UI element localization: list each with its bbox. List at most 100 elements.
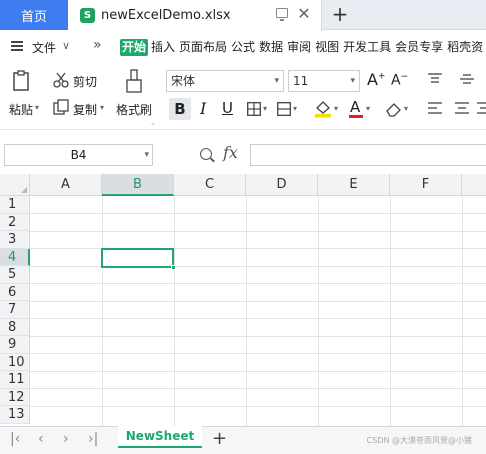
tab-developer[interactable]: 开发工具 [342,39,392,56]
font-name-value: 宋体 [171,74,196,88]
tab-page-layout[interactable]: 页面布局 [178,39,228,56]
paste-dropdown-icon[interactable]: ▾ [35,103,39,112]
clipboard-launcher-icon[interactable]: ⌟ [151,118,154,126]
tab-member[interactable]: 会员专享 [394,39,444,56]
document-title: newExcelDemo.xlsx [101,8,231,23]
column-header-b[interactable]: B [102,174,174,196]
fx-icon[interactable]: fx [223,143,238,162]
monitor-icon[interactable] [276,8,288,21]
sheet-tab-newsheet[interactable]: NewSheet [118,426,202,448]
row-header[interactable]: 7 [0,301,30,319]
fill-color-dropdown-icon[interactable]: ▾ [334,104,338,113]
row-header[interactable]: 10 [0,353,30,371]
grow-font-button[interactable]: A+ [367,70,386,89]
borders-icon[interactable] [247,102,261,116]
grid-line [30,283,486,284]
shrink-font-label: A [391,72,401,89]
tab-home-ribbon[interactable]: 开始 [120,39,149,56]
column-header-c[interactable]: C [174,174,246,196]
row-header[interactable]: 6 [0,283,30,301]
name-box[interactable]: B4 ▾ [4,144,153,166]
column-header-f[interactable]: F [390,174,462,196]
grow-font-label: A [367,70,378,89]
copy-button[interactable]: 复制 [73,101,97,118]
spreadsheet-grid[interactable]: A B C D E F 1 2 3 4 5 6 7 8 9 10 11 12 1… [0,174,486,426]
fill-color-icon[interactable] [314,100,332,118]
grid-line [30,318,486,319]
tab-review[interactable]: 审阅 [286,39,312,56]
font-color-dropdown-icon[interactable]: ▾ [366,104,370,113]
new-tab-button[interactable]: + [330,2,350,26]
row-header[interactable]: 12 [0,388,30,406]
ribbon-tabs: 开始 插入 页面布局 公式 数据 审阅 视图 开发工具 会员专享 稻壳资 [120,39,486,56]
format-painter-button[interactable]: 格式刷 [116,101,152,118]
column-header-e[interactable]: E [318,174,390,196]
eraser-dropdown-icon[interactable]: ▾ [404,104,408,113]
row-header[interactable]: 11 [0,371,30,389]
tab-data[interactable]: 数据 [258,39,284,56]
shrink-font-button[interactable]: A− [391,72,408,89]
sheet-tab-bar: |‹ ‹ › ›| NewSheet + CSDN @大漠苍雨风景@小猪 [0,426,486,454]
cut-button[interactable]: 剪切 [73,73,97,90]
grid-line [30,388,486,389]
grid-line [30,370,486,372]
align-middle-icon[interactable] [460,73,474,85]
previous-sheet-icon[interactable]: ‹ [38,431,44,447]
underline-button[interactable]: U [222,99,233,117]
column-header-a[interactable]: A [30,174,102,196]
home-tab[interactable]: 首页 [0,0,68,30]
copy-dropdown-icon[interactable]: ▾ [100,103,104,112]
row-header[interactable]: 9 [0,336,30,354]
next-sheet-icon[interactable]: › [63,431,69,447]
align-center-icon[interactable] [455,101,469,115]
chevron-down-icon[interactable]: ∨ [62,39,70,52]
zoom-icon[interactable] [200,148,212,160]
row-header[interactable]: 8 [0,318,30,336]
first-sheet-icon[interactable]: |‹ [10,431,20,447]
last-sheet-icon[interactable]: ›| [88,431,98,447]
scissors-icon[interactable] [53,72,69,88]
row-header[interactable]: 5 [0,266,30,284]
close-tab-icon[interactable]: ✕ [296,5,312,23]
tab-view[interactable]: 视图 [314,39,340,56]
column-header-g[interactable] [462,174,486,196]
borders-dropdown-icon[interactable]: ▾ [263,104,267,113]
cell-reference: B4 [70,148,87,162]
fill-handle[interactable] [171,265,176,270]
paste-button[interactable]: 粘贴 [9,101,33,118]
tab-formulas[interactable]: 公式 [230,39,256,56]
tab-insert[interactable]: 插入 [150,39,176,56]
font-name-select[interactable]: 宋体 ▾ [166,70,284,92]
paste-icon[interactable] [12,70,32,92]
eraser-icon[interactable] [385,101,403,117]
more-menu-button[interactable]: » [93,37,102,53]
format-painter-icon[interactable] [124,68,144,96]
row-header[interactable]: 1 [0,196,30,214]
merge-dropdown-icon[interactable]: ▾ [293,104,297,113]
row-header[interactable]: 3 [0,231,30,249]
align-top-icon[interactable] [428,73,442,85]
formula-input[interactable] [250,144,486,166]
select-all-corner[interactable] [0,174,30,196]
row-header-selected[interactable]: 4 [0,248,30,266]
font-color-button[interactable]: A [350,98,360,116]
font-size-select[interactable]: 11 ▾ [288,70,360,92]
add-sheet-button[interactable]: + [212,428,227,449]
grid-line [30,405,486,407]
row-header[interactable]: 2 [0,213,30,231]
hamburger-menu-icon[interactable] [11,41,23,51]
selected-cell-b4[interactable] [101,248,176,270]
copy-icon[interactable] [53,99,69,115]
merge-cells-icon[interactable] [277,102,291,116]
align-right-icon[interactable] [477,101,486,115]
tab-docer[interactable]: 稻壳资 [446,39,484,56]
bold-button[interactable]: B [169,98,191,120]
watermark-text: CSDN @大漠苍雨风景@小猪 [366,436,472,445]
file-menu[interactable]: 文件 [32,39,56,56]
row-header[interactable]: 13 [0,406,30,424]
italic-button[interactable]: I [200,99,206,118]
column-header-d[interactable]: D [246,174,318,196]
grid-line [30,230,486,232]
align-left-icon[interactable] [428,101,442,115]
formula-bar-row: B4 ▾ fx [0,138,486,172]
